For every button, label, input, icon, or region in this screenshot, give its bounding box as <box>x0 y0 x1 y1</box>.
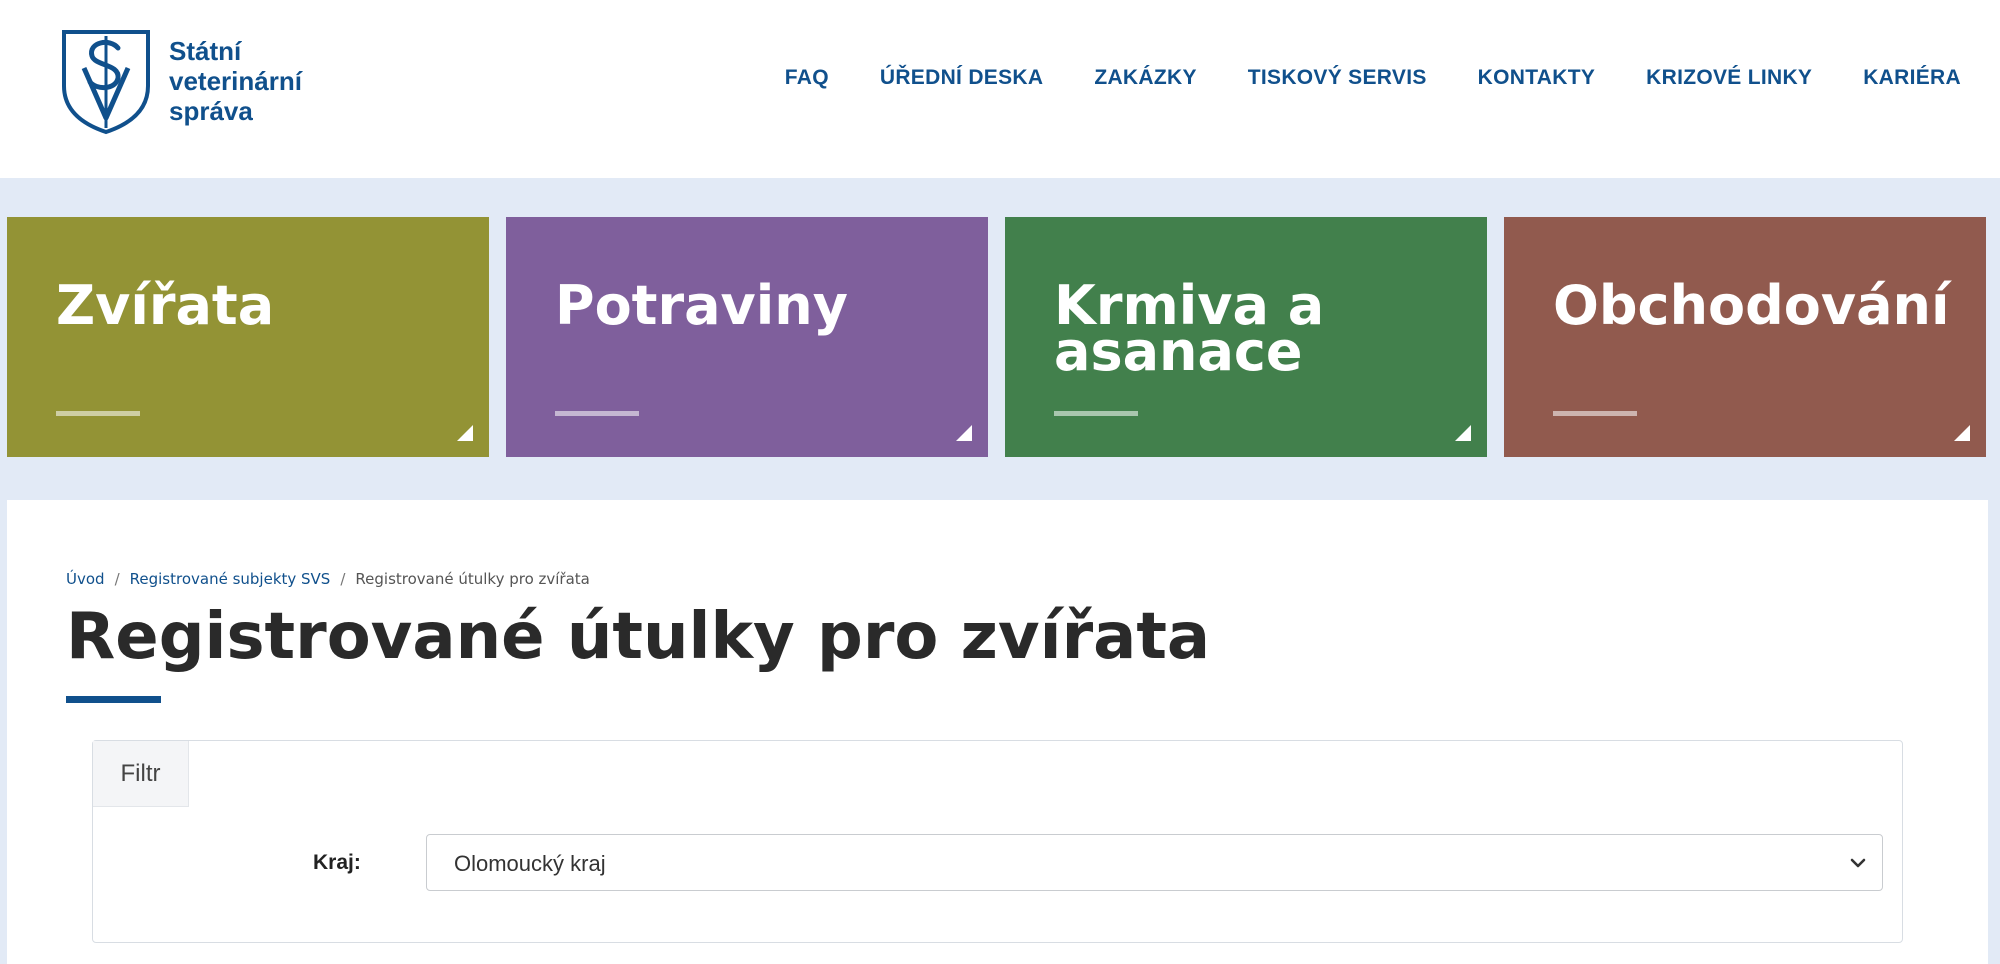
logo-text: Státní veterinární správa <box>169 36 302 126</box>
tile-underline <box>1553 411 1637 416</box>
breadcrumb-parent[interactable]: Registrované subjekty SVS <box>130 570 331 588</box>
breadcrumb-current: Registrované útulky pro zvířata <box>355 570 590 588</box>
region-select-value: Olomoucký kraj <box>454 851 606 876</box>
main-content: Úvod / Registrované subjekty SVS / Regis… <box>7 500 1988 964</box>
logo-text-line3: správa <box>169 96 253 126</box>
breadcrumb-home[interactable]: Úvod <box>66 570 105 588</box>
tile-title: Zvířata <box>56 274 275 337</box>
tile-title: Potraviny <box>555 274 848 337</box>
nav-link-zakazky[interactable]: ZAKÁZKY <box>1094 66 1196 90</box>
region-select[interactable]: Olomoucký kraj <box>426 834 1883 891</box>
tile-krmiva-a-asanace[interactable]: Krmiva a asanace <box>1005 217 1487 457</box>
tile-underline <box>56 411 140 416</box>
tile-zvirata[interactable]: Zvířata <box>7 217 489 457</box>
nav-link-uredni-deska[interactable]: ÚŘEDNÍ DESKA <box>880 66 1043 90</box>
nav-link-tiskovy-servis[interactable]: TISKOVÝ SERVIS <box>1248 66 1427 90</box>
site-logo[interactable]: Státní veterinární správa <box>60 28 360 138</box>
chevron-down-icon <box>1850 858 1866 868</box>
site-header: Státní veterinární správa FAQ ÚŘEDNÍ DES… <box>0 0 2000 178</box>
corner-arrow-icon <box>457 425 473 441</box>
tile-underline <box>1054 411 1138 416</box>
corner-arrow-icon <box>1954 425 1970 441</box>
breadcrumb-separator: / <box>340 570 346 588</box>
tile-underline <box>555 411 639 416</box>
category-tiles: Zvířata Potraviny Krmiva a asanace Obcho… <box>7 217 1986 457</box>
top-navigation: FAQ ÚŘEDNÍ DESKA ZAKÁZKY TISKOVÝ SERVIS … <box>785 66 1961 90</box>
nav-link-kariera[interactable]: KARIÉRA <box>1863 66 1961 90</box>
logo-text-line2: veterinární <box>169 66 302 96</box>
tile-obchodovani[interactable]: Obchodování <box>1504 217 1986 457</box>
corner-arrow-icon <box>1455 425 1471 441</box>
breadcrumb: Úvod / Registrované subjekty SVS / Regis… <box>66 570 590 588</box>
page-title: Registrované útulky pro zvířata <box>66 600 1211 674</box>
filter-panel: Filtr Kraj: Olomoucký kraj <box>92 740 1903 943</box>
tile-potraviny[interactable]: Potraviny <box>506 217 988 457</box>
nav-link-kontakty[interactable]: KONTAKTY <box>1478 66 1596 90</box>
nav-link-krizove-linky[interactable]: KRIZOVÉ LINKY <box>1646 66 1812 90</box>
svs-shield-logo-icon <box>62 30 150 135</box>
logo-text-line1: Státní <box>169 36 242 66</box>
breadcrumb-separator: / <box>114 570 120 588</box>
tile-title: Krmiva a asanace <box>1054 274 1325 383</box>
tile-title: Obchodování <box>1553 274 1950 337</box>
filter-tab[interactable]: Filtr <box>93 741 189 807</box>
title-underline <box>66 696 161 703</box>
nav-link-faq[interactable]: FAQ <box>785 66 829 90</box>
region-label: Kraj: <box>313 851 361 874</box>
corner-arrow-icon <box>956 425 972 441</box>
